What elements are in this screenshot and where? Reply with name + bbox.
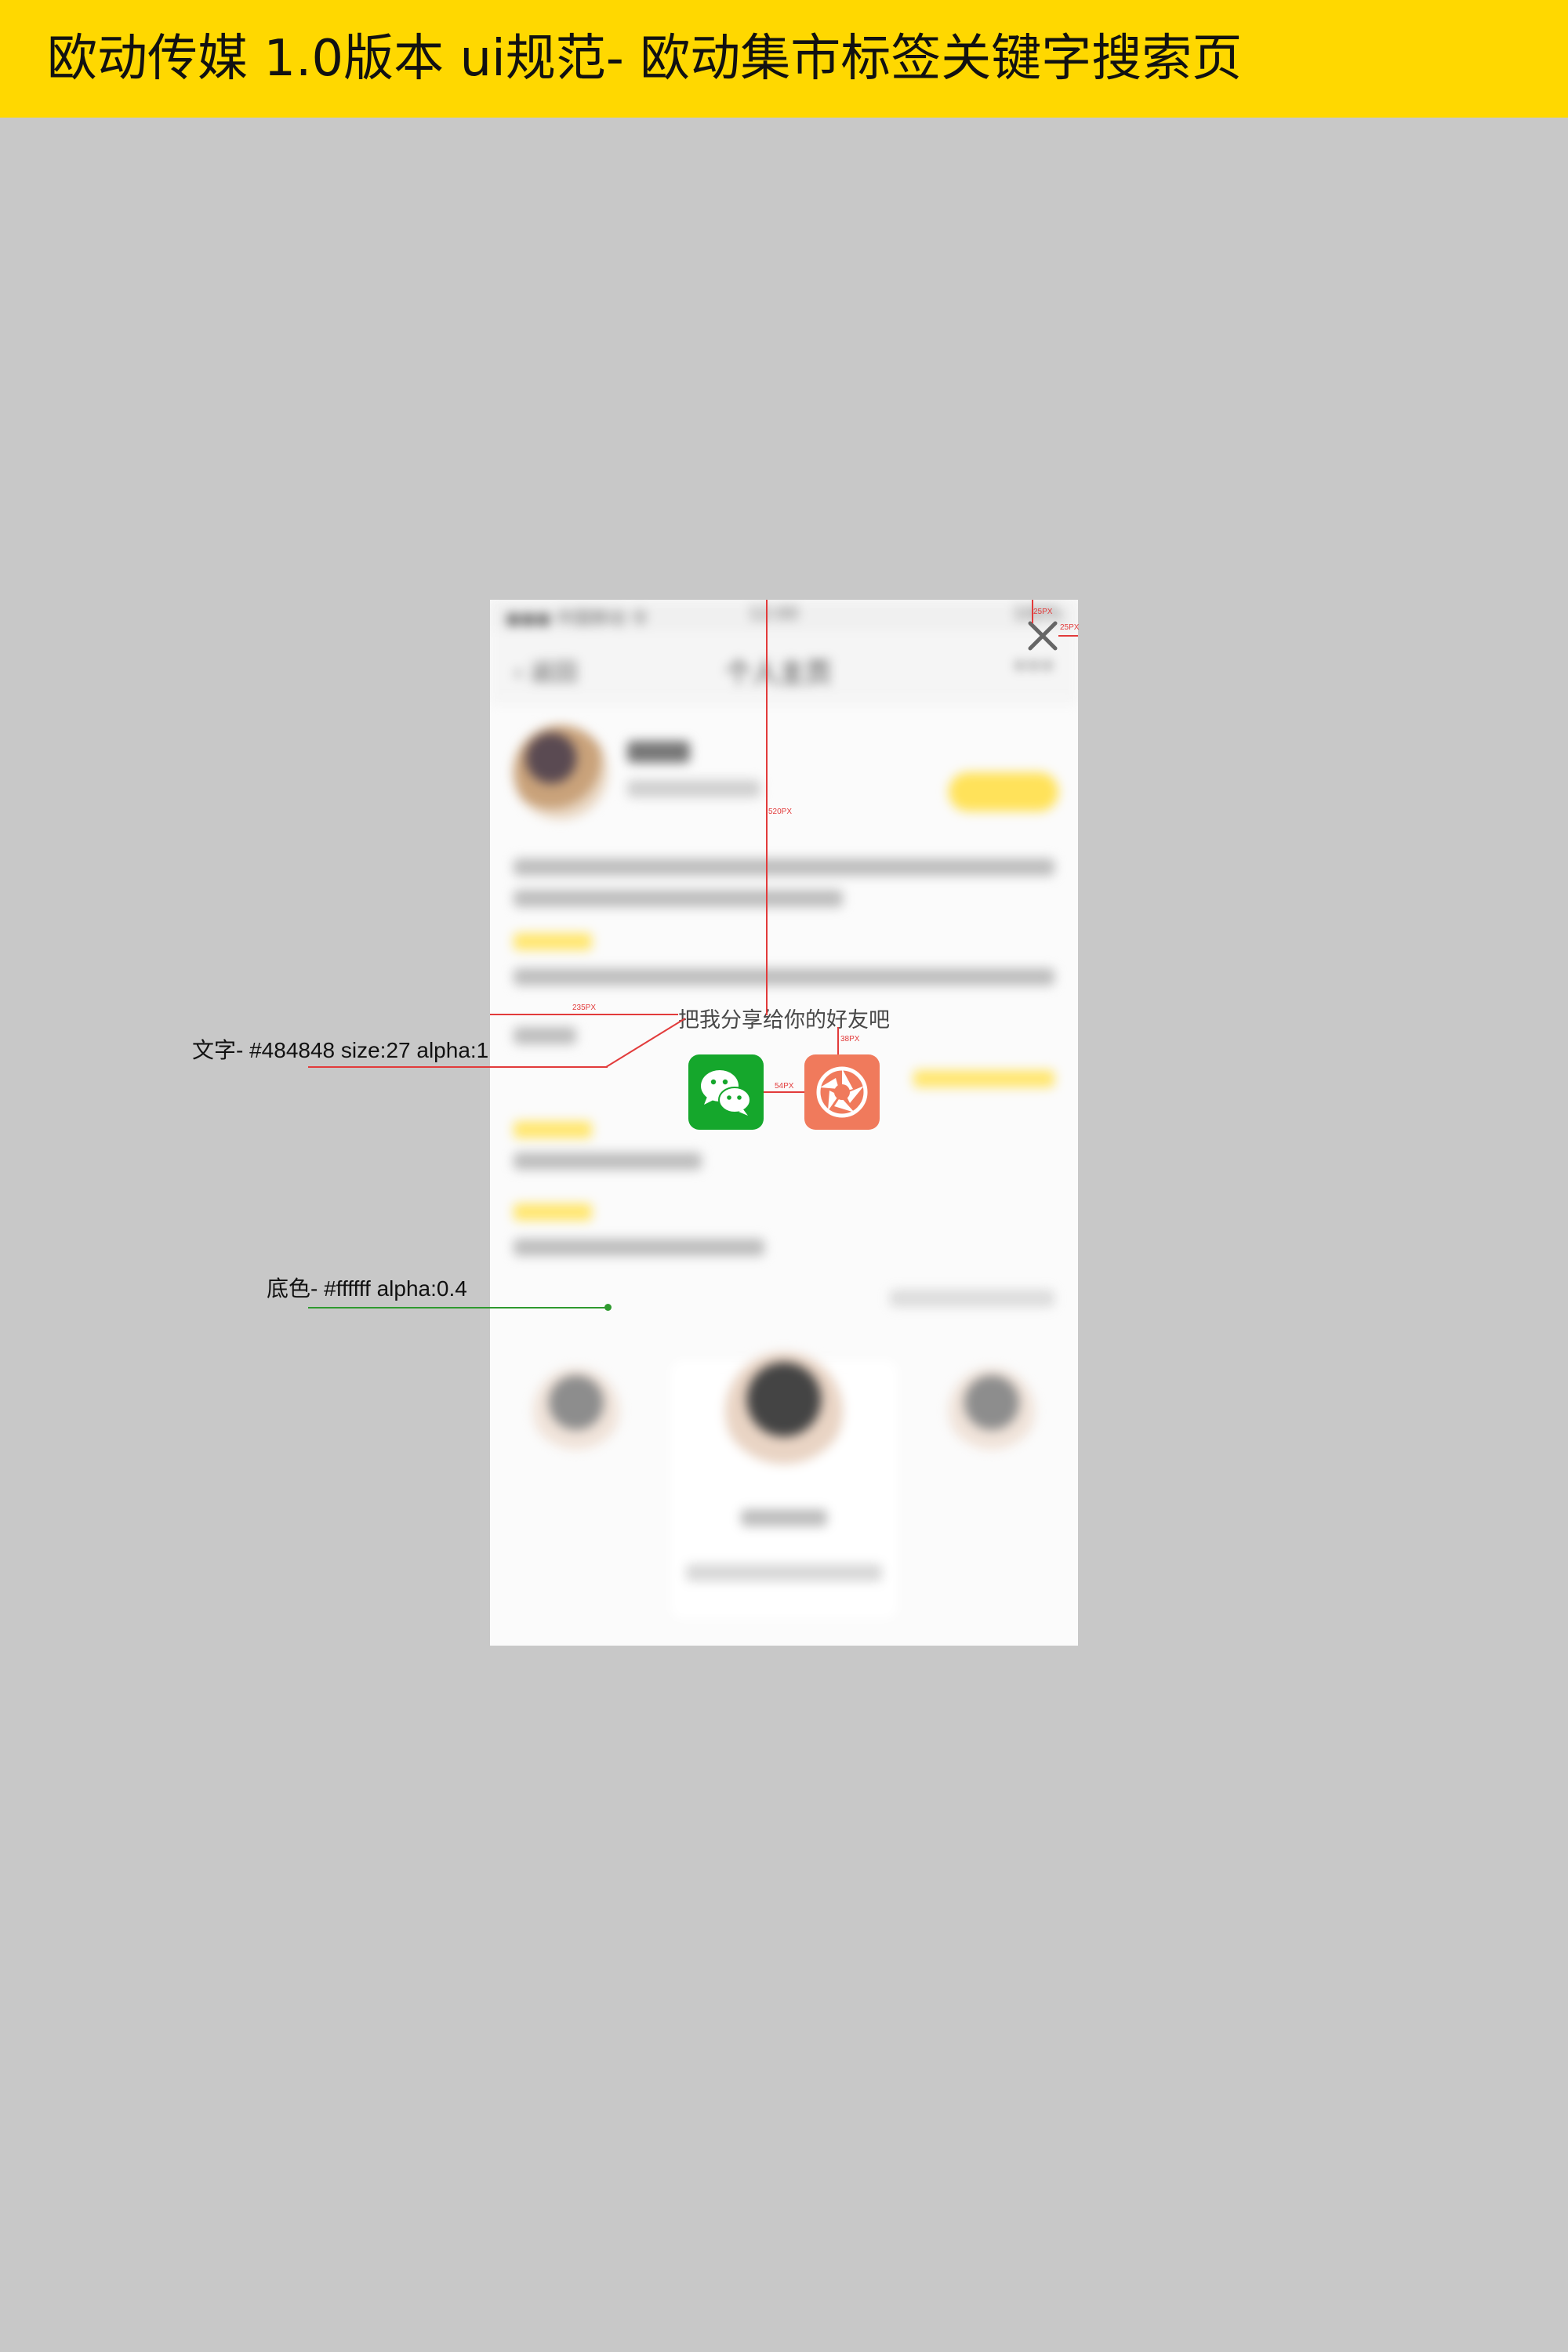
nav-bar: ‹ 返回 个人主页 ••• bbox=[490, 631, 1078, 702]
measure-label-top: 25PX bbox=[1033, 608, 1053, 616]
card-avatar bbox=[533, 1368, 619, 1454]
title-bar: 欧动传媒 1.0版本 ui规范- 欧动集市标签关键字搜索页 bbox=[0, 0, 1568, 118]
camera-aperture-icon bbox=[816, 1066, 868, 1118]
profile-name-placeholder bbox=[627, 741, 690, 763]
measure-line-text-gap bbox=[837, 1027, 839, 1054]
page-title: 欧动传媒 1.0版本 ui规范- 欧动集市标签关键字搜索页 bbox=[47, 30, 1243, 88]
measure-label-icon-gap: 54PX bbox=[775, 1082, 794, 1091]
close-icon[interactable] bbox=[1025, 619, 1060, 653]
text-line bbox=[514, 1152, 702, 1170]
profile-avatar bbox=[514, 725, 608, 819]
measure-line-vertical bbox=[766, 600, 768, 1015]
bg-spec-annotation: 底色- #ffffff alpha:0.4 bbox=[267, 1276, 467, 1301]
tag-line bbox=[913, 1070, 1054, 1087]
wechat-share-button[interactable] bbox=[688, 1054, 764, 1130]
measure-label-right: 25PX bbox=[1060, 623, 1080, 632]
blurred-background-page: ●●● 中国移动 令 12:00 100% ‹ 返回 个人主页 ••• bbox=[490, 600, 1078, 1646]
card-avatar bbox=[725, 1352, 843, 1470]
measure-label-left: 235PX bbox=[572, 1004, 597, 1012]
wechat-icon bbox=[701, 1070, 751, 1116]
measure-label-text-gap: 38PX bbox=[840, 1035, 860, 1044]
text-line bbox=[741, 1509, 827, 1526]
text-spec-leader bbox=[308, 1066, 608, 1068]
text-line bbox=[890, 1290, 1054, 1307]
text-line bbox=[514, 858, 1054, 876]
text-line bbox=[514, 968, 1054, 985]
card-avatar bbox=[949, 1368, 1035, 1454]
measure-line-icon-gap bbox=[764, 1091, 804, 1093]
follow-button-placeholder bbox=[949, 772, 1058, 811]
status-bar: ●●● 中国移动 令 12:00 100% bbox=[490, 600, 1078, 631]
text-line bbox=[514, 1239, 764, 1256]
bg-spec-leader bbox=[308, 1307, 608, 1308]
text-spec-annotation: 文字- #484848 size:27 alpha:1 bbox=[192, 1038, 489, 1062]
phone-screen: ●●● 中国移动 令 12:00 100% ‹ 返回 个人主页 ••• 把我分享… bbox=[490, 600, 1078, 1646]
tag-line bbox=[514, 933, 592, 950]
text-line bbox=[514, 890, 843, 907]
tag-line bbox=[514, 1121, 592, 1138]
text-line bbox=[686, 1564, 882, 1581]
profile-sub-placeholder bbox=[627, 780, 760, 797]
bg-spec-leader-dot bbox=[604, 1304, 612, 1311]
measure-line-right bbox=[1058, 635, 1078, 637]
moments-share-button[interactable] bbox=[804, 1054, 880, 1130]
tag-line bbox=[514, 1203, 592, 1221]
measure-label-vertical: 520PX bbox=[768, 808, 793, 816]
text-spec-leader-diagonal bbox=[605, 1018, 686, 1068]
